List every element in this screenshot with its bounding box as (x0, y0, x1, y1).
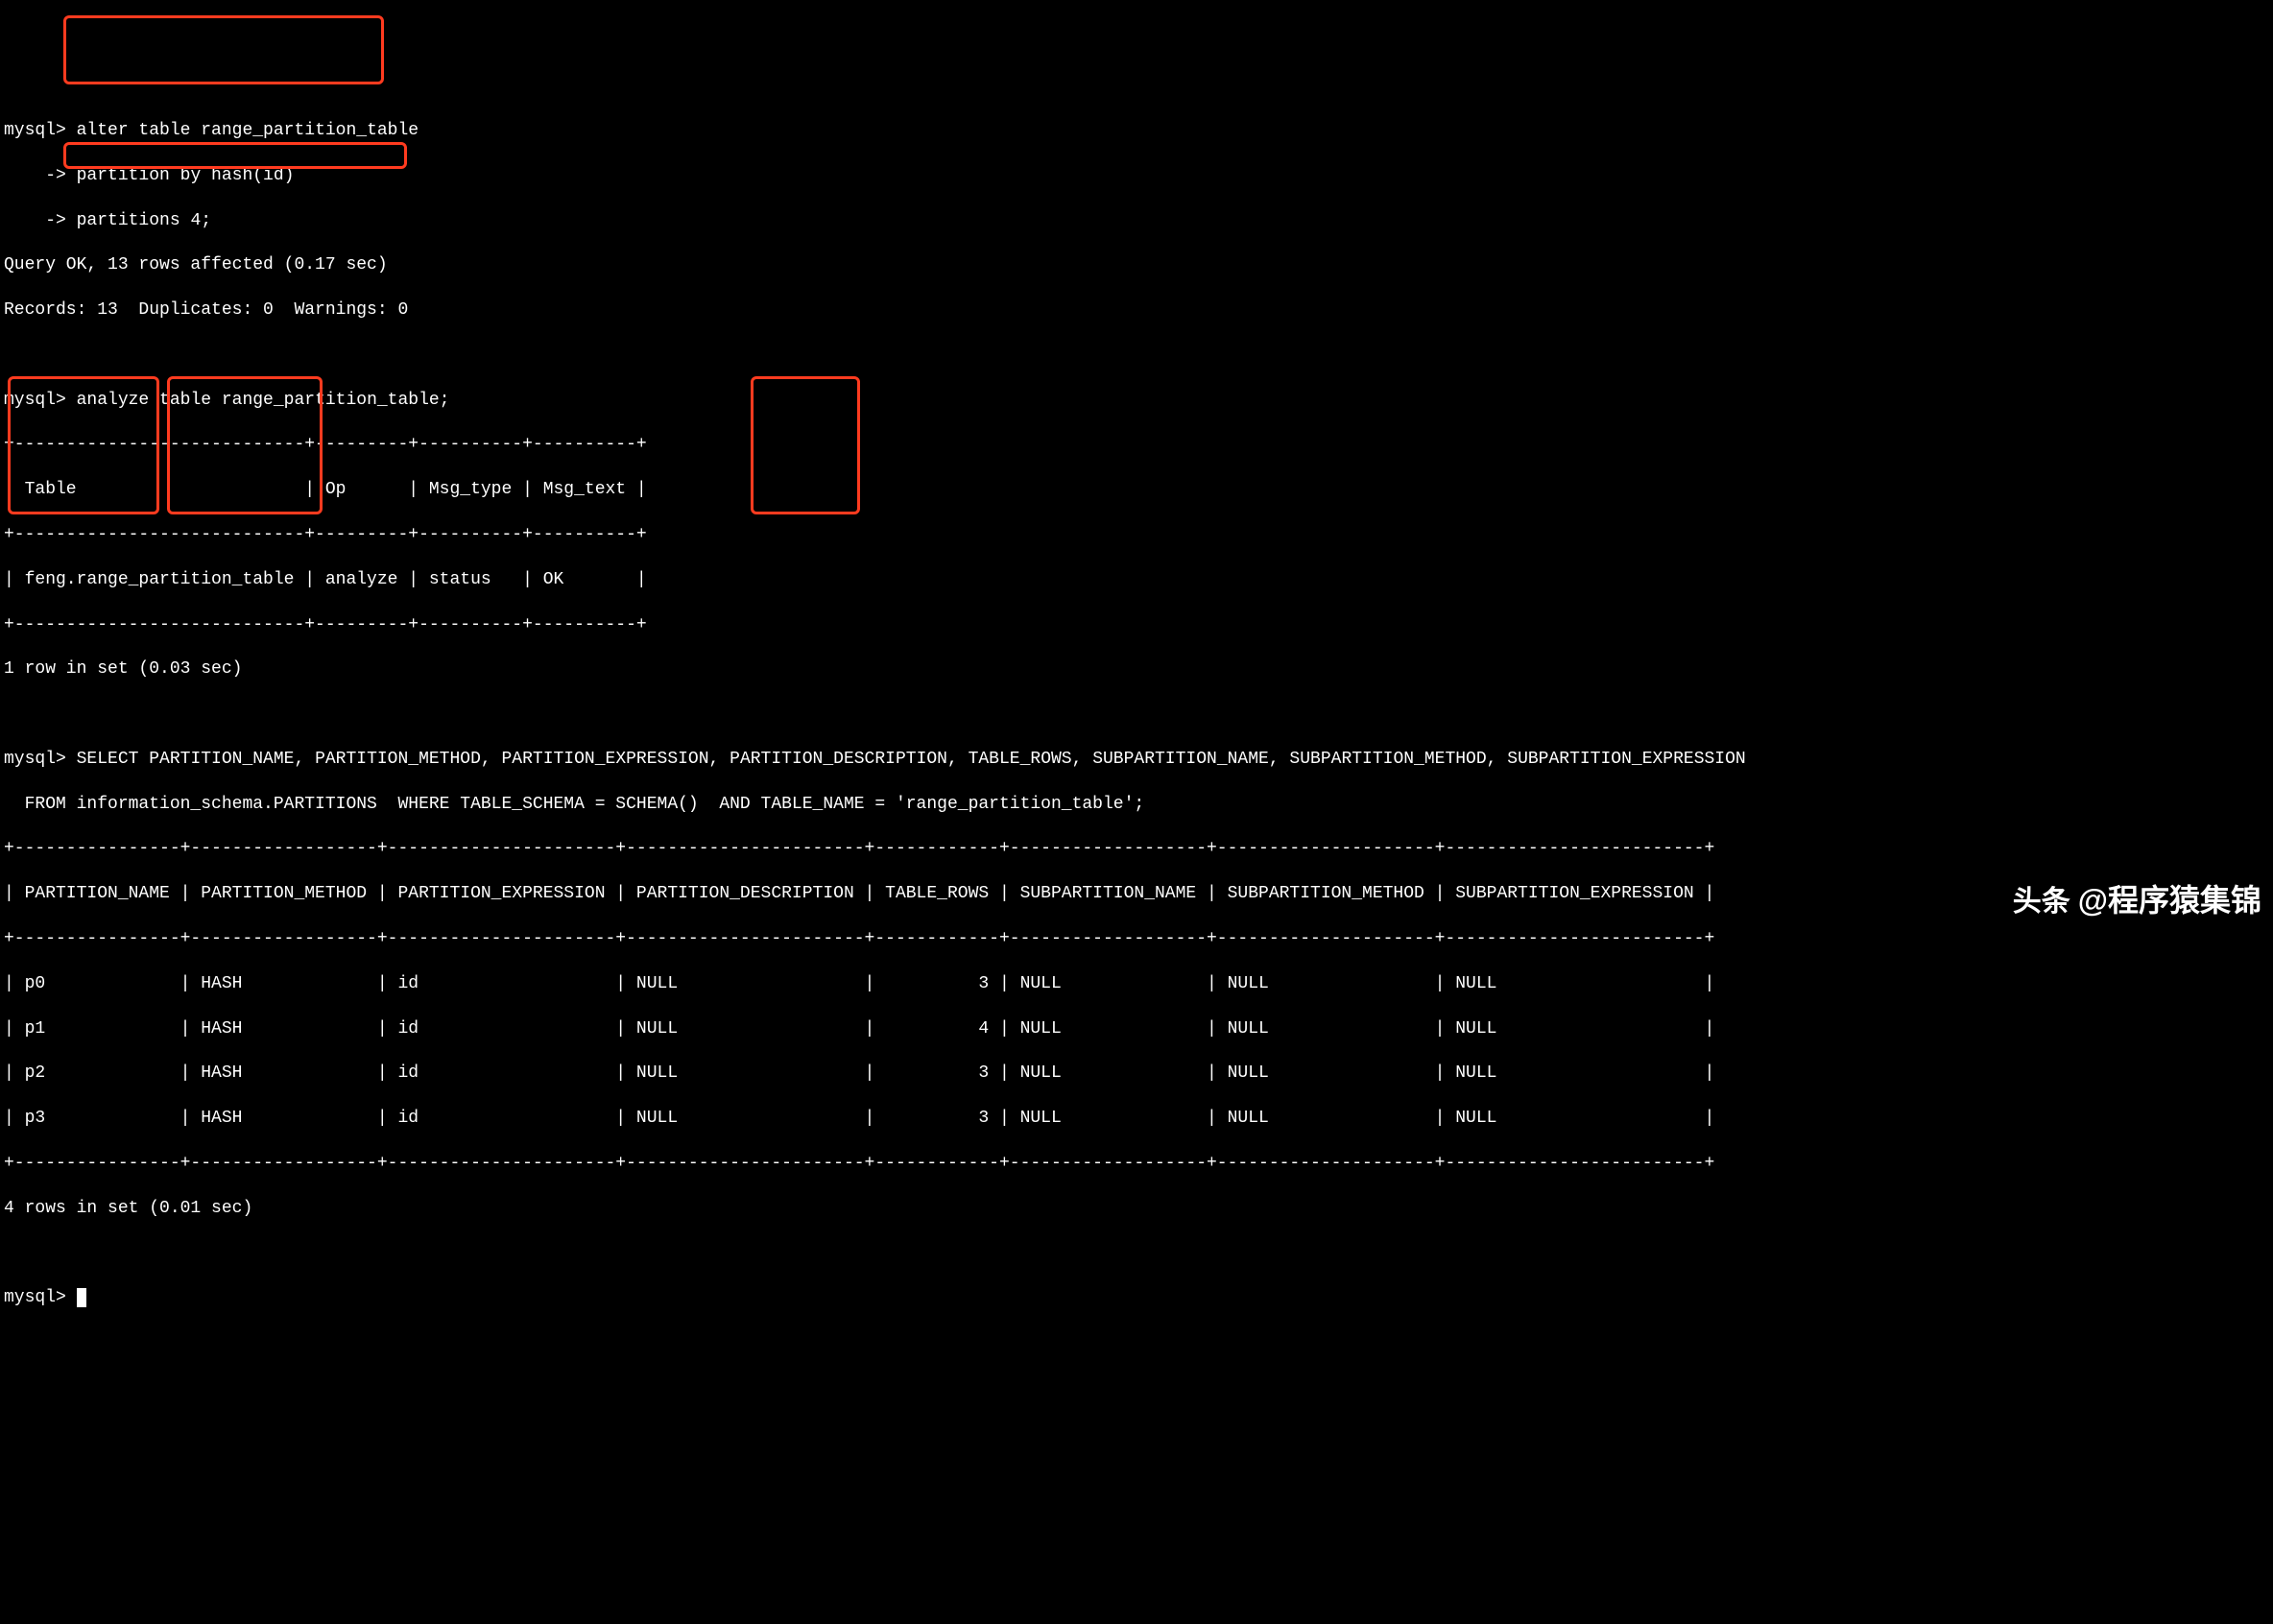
watermark: 头条 @程序猿集锦 (2013, 881, 2261, 921)
table-row: | feng.range_partition_table | analyze |… (4, 569, 2269, 591)
result-line: Query OK, 13 rows affected (0.17 sec) (4, 254, 2269, 276)
table-border: +----------------+------------------+---… (4, 928, 2269, 950)
command-text: analyze table range_partition_table; (77, 391, 450, 410)
result-line: Records: 13 Duplicates: 0 Warnings: 0 (4, 299, 2269, 322)
mysql-prompt: mysql> (4, 121, 66, 140)
blank-line (4, 1242, 2269, 1264)
blank-line (4, 704, 2269, 726)
table-border: +----------------------------+---------+… (4, 614, 2269, 636)
highlight-alter-table (63, 15, 384, 84)
command-text: partitions 4; (77, 211, 211, 230)
table-row: | p0 | HASH | id | NULL | 3 | NULL | NUL… (4, 973, 2269, 995)
prompt-line[interactable]: mysql> (4, 1287, 2269, 1309)
cont-line: -> partition by hash(id) (4, 165, 2269, 187)
prompt-line: mysql> alter table range_partition_table (4, 120, 2269, 142)
command-text: SELECT PARTITION_NAME, PARTITION_METHOD,… (77, 750, 1746, 769)
mysql-prompt: mysql> (4, 1288, 66, 1307)
mysql-prompt: mysql> (4, 391, 66, 410)
table-header: | PARTITION_NAME | PARTITION_METHOD | PA… (4, 883, 2269, 905)
command-text: FROM information_schema.PARTITIONS WHERE… (4, 794, 2269, 816)
command-text: alter table range_partition_table (77, 121, 419, 140)
terminal-output[interactable]: mysql> alter table range_partition_table… (4, 98, 2269, 1332)
cont-prompt: -> (4, 166, 66, 185)
result-line: 4 rows in set (0.01 sec) (4, 1198, 2269, 1220)
prompt-line: mysql> analyze table range_partition_tab… (4, 390, 2269, 412)
cont-prompt: -> (4, 211, 66, 230)
table-border: +----------------------------+---------+… (4, 524, 2269, 546)
table-row: | p1 | HASH | id | NULL | 4 | NULL | NUL… (4, 1018, 2269, 1040)
mysql-prompt: mysql> (4, 750, 66, 769)
command-text: partition by hash(id) (77, 166, 295, 185)
cursor-icon (77, 1288, 86, 1307)
table-border: +----------------------------+---------+… (4, 434, 2269, 456)
table-border: +----------------+------------------+---… (4, 1153, 2269, 1175)
table-border: +----------------+------------------+---… (4, 838, 2269, 860)
blank-line (4, 345, 2269, 367)
table-row: | p3 | HASH | id | NULL | 3 | NULL | NUL… (4, 1108, 2269, 1130)
table-row: | p2 | HASH | id | NULL | 3 | NULL | NUL… (4, 1063, 2269, 1085)
cont-line: -> partitions 4; (4, 210, 2269, 232)
result-line: 1 row in set (0.03 sec) (4, 658, 2269, 681)
toutiao-icon: 头条 (2013, 883, 2070, 920)
table-header: | Table | Op | Msg_type | Msg_text | (4, 479, 2269, 501)
prompt-line: mysql> SELECT PARTITION_NAME, PARTITION_… (4, 749, 2269, 771)
watermark-text: @程序猿集锦 (2078, 881, 2261, 921)
